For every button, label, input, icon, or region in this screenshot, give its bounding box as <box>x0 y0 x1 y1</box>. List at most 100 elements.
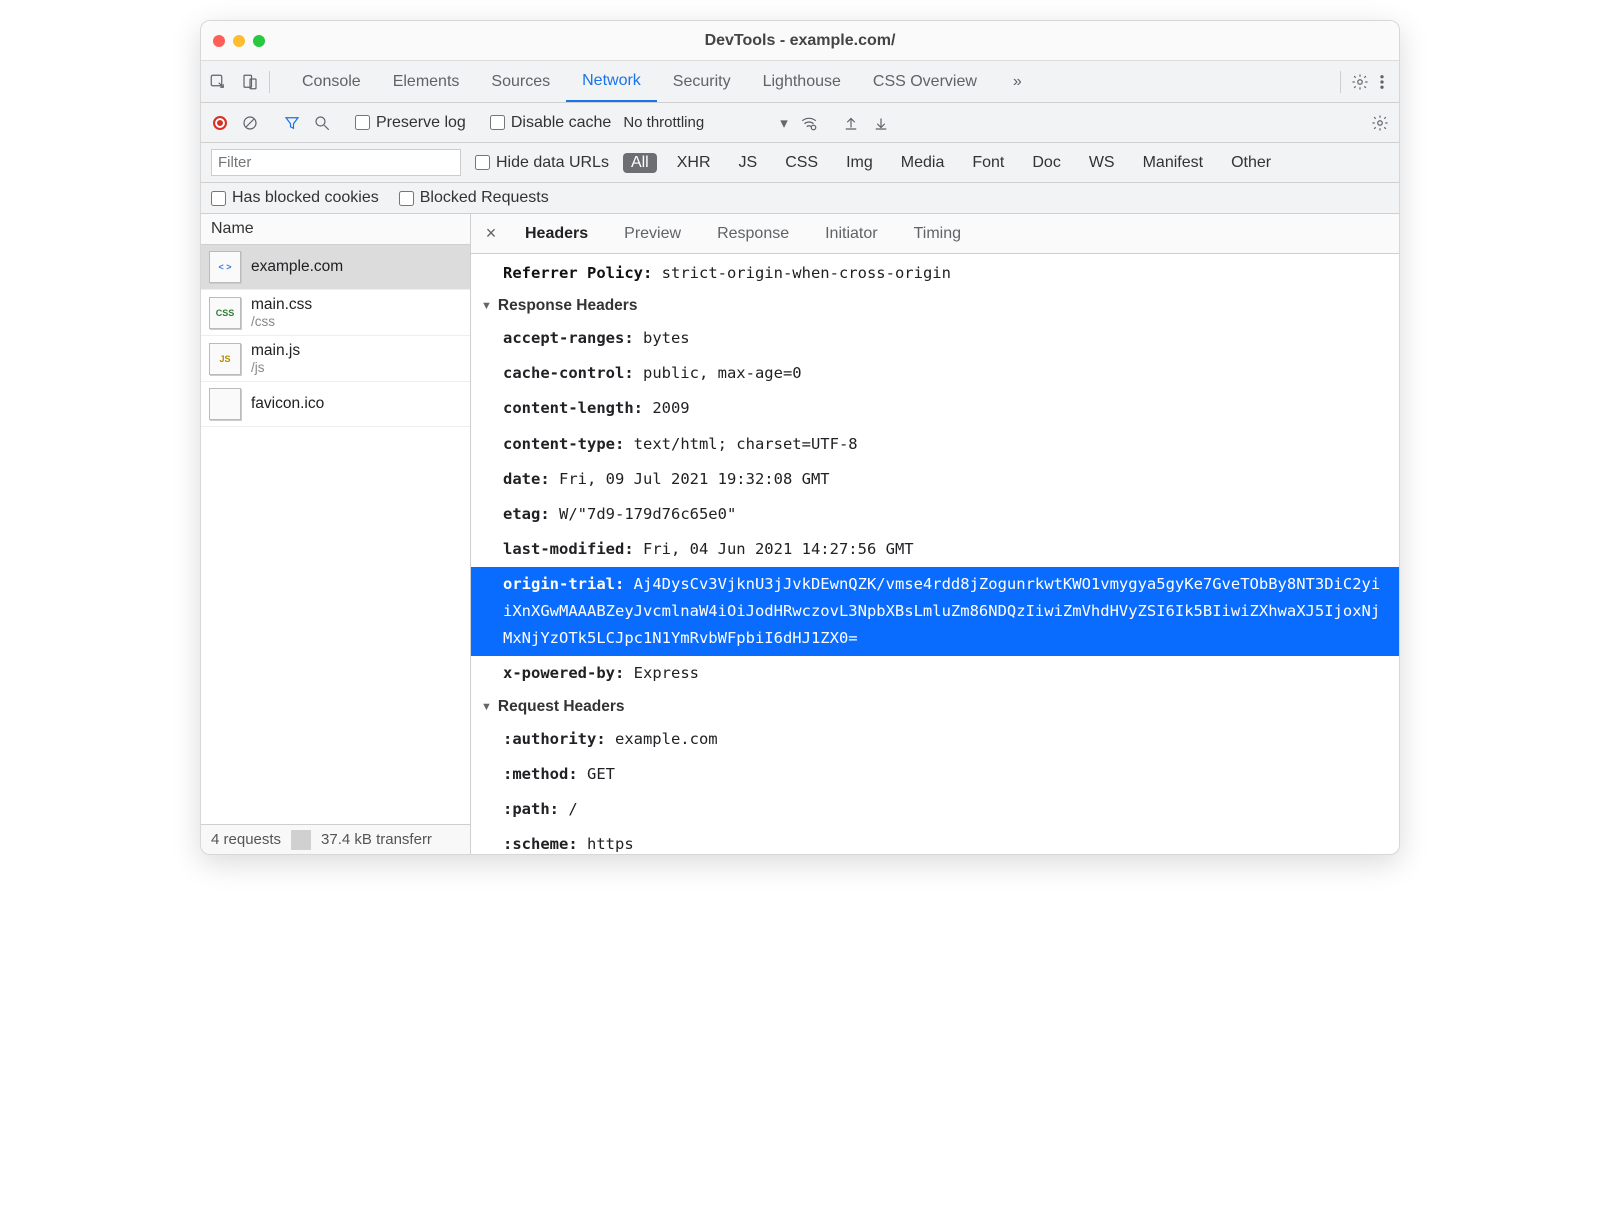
upload-har-icon[interactable] <box>842 114 860 132</box>
name-column-header[interactable]: Name <box>201 214 470 245</box>
throttling-select[interactable]: No throttling ▾ <box>623 114 787 132</box>
has-blocked-cookies-label: Has blocked cookies <box>232 189 379 207</box>
preserve-log-input[interactable] <box>355 115 370 130</box>
request-headers-title[interactable]: Request Headers <box>471 692 1399 722</box>
type-pill-all[interactable]: All <box>623 153 657 173</box>
download-har-icon[interactable] <box>872 114 890 132</box>
header-line[interactable]: content-length: 2009 <box>471 391 1399 426</box>
disable-cache-input[interactable] <box>490 115 505 130</box>
blocked-requests-label: Blocked Requests <box>420 189 549 207</box>
headers-body[interactable]: Referrer Policy: strict-origin-when-cros… <box>471 254 1399 854</box>
resource-type-pills: All XHR JS CSS Img Media Font Doc WS Manifest Othe… <box>623 153 1279 173</box>
filter-funnel-icon[interactable] <box>283 114 301 132</box>
tab-security[interactable]: Security <box>657 61 747 102</box>
type-pill-css[interactable]: CSS <box>777 153 826 173</box>
filter-row-2: Has blocked cookies Blocked Requests <box>201 183 1399 214</box>
header-value: example.com <box>615 730 718 748</box>
header-value: W/"7d9-179d76c65e0" <box>559 505 736 523</box>
has-blocked-cookies-checkbox[interactable]: Has blocked cookies <box>211 189 379 207</box>
header-line[interactable]: :method: GET <box>471 757 1399 792</box>
disable-cache-label: Disable cache <box>511 114 612 132</box>
record-button[interactable] <box>211 114 229 132</box>
header-line[interactable]: last-modified: Fri, 04 Jun 2021 14:27:56… <box>471 532 1399 567</box>
header-line[interactable]: origin-trial: Aj4DysCv3VjknU3jJvkDEwnQZK… <box>471 567 1399 656</box>
request-row[interactable]: < >example.com <box>201 245 470 290</box>
header-value: strict-origin-when-cross-origin <box>662 264 951 282</box>
type-pill-xhr[interactable]: XHR <box>669 153 719 173</box>
type-pill-other[interactable]: Other <box>1223 153 1279 173</box>
request-path: /css <box>251 314 312 329</box>
header-value: public, max-age=0 <box>643 364 802 382</box>
header-line[interactable]: x-powered-by: Express <box>471 656 1399 691</box>
subtab-preview[interactable]: Preview <box>618 214 687 253</box>
subtab-timing[interactable]: Timing <box>908 214 967 253</box>
type-pill-img[interactable]: Img <box>838 153 881 173</box>
type-pill-ws[interactable]: WS <box>1081 153 1123 173</box>
subtab-response[interactable]: Response <box>711 214 795 253</box>
hide-data-urls-checkbox[interactable]: Hide data URLs <box>475 154 609 172</box>
network-conditions-icon[interactable] <box>800 114 818 132</box>
device-toggle-icon[interactable] <box>241 73 259 91</box>
filter-input[interactable] <box>211 149 461 176</box>
request-list: < >example.comCSSmain.css/cssJSmain.js/j… <box>201 245 470 824</box>
file-css-icon: CSS <box>209 297 241 329</box>
request-name: favicon.ico <box>251 395 324 413</box>
response-headers-label: Response Headers <box>498 297 638 315</box>
network-toolbar: Preserve log Disable cache No throttling… <box>201 103 1399 143</box>
header-line[interactable]: cache-control: public, max-age=0 <box>471 356 1399 391</box>
header-line[interactable]: date: Fri, 09 Jul 2021 19:32:08 GMT <box>471 462 1399 497</box>
type-pill-media[interactable]: Media <box>893 153 953 173</box>
header-value: Aj4DysCv3VjknU3jJvkDEwnQZK/vmse4rdd8jZog… <box>503 575 1380 647</box>
header-key: :method: <box>503 765 587 783</box>
disable-cache-checkbox[interactable]: Disable cache <box>490 114 612 132</box>
subtab-headers[interactable]: Headers <box>519 214 594 253</box>
response-headers-title[interactable]: Response Headers <box>471 291 1399 321</box>
close-detail-button[interactable]: × <box>481 223 501 244</box>
kebab-menu-icon[interactable] <box>1373 73 1391 91</box>
hide-data-urls-input[interactable] <box>475 155 490 170</box>
type-pill-doc[interactable]: Doc <box>1024 153 1068 173</box>
settings-gear-icon[interactable] <box>1351 73 1369 91</box>
tab-network[interactable]: Network <box>566 61 657 102</box>
status-bar: 4 requests 37.4 kB transferr <box>201 824 470 854</box>
type-pill-font[interactable]: Font <box>964 153 1012 173</box>
tab-lighthouse[interactable]: Lighthouse <box>747 61 857 102</box>
more-tabs-button[interactable]: » <box>997 73 1038 91</box>
status-requests: 4 requests <box>201 825 291 854</box>
blocked-requests-checkbox[interactable]: Blocked Requests <box>399 189 549 207</box>
subtab-initiator[interactable]: Initiator <box>819 214 883 253</box>
header-line[interactable]: accept-ranges: bytes <box>471 321 1399 356</box>
header-key: date: <box>503 470 559 488</box>
header-line[interactable]: :path: / <box>471 792 1399 827</box>
request-row[interactable]: JSmain.js/js <box>201 336 470 382</box>
type-pill-manifest[interactable]: Manifest <box>1135 153 1211 173</box>
type-pill-js[interactable]: JS <box>731 153 766 173</box>
tab-elements[interactable]: Elements <box>377 61 476 102</box>
request-row[interactable]: CSSmain.css/css <box>201 290 470 336</box>
tab-sources[interactable]: Sources <box>475 61 566 102</box>
tab-css-overview[interactable]: CSS Overview <box>857 61 993 102</box>
chevron-down-icon: ▾ <box>780 114 788 132</box>
blocked-requests-input[interactable] <box>399 191 414 206</box>
header-value: GET <box>587 765 615 783</box>
network-settings-gear-icon[interactable] <box>1371 114 1389 132</box>
tab-console[interactable]: Console <box>286 61 377 102</box>
header-line[interactable]: :scheme: https <box>471 827 1399 854</box>
header-key: accept-ranges: <box>503 329 643 347</box>
hide-data-urls-label: Hide data URLs <box>496 154 609 172</box>
request-row[interactable]: favicon.ico <box>201 382 470 427</box>
header-key: x-powered-by: <box>503 664 634 682</box>
detail-subtabs: × Headers Preview Response Initiator Timing <box>471 214 1399 254</box>
header-line[interactable]: content-type: text/html; charset=UTF-8 <box>471 427 1399 462</box>
inspect-element-icon[interactable] <box>209 73 227 91</box>
clear-icon[interactable] <box>241 114 259 132</box>
header-key: content-type: <box>503 435 634 453</box>
header-line[interactable]: etag: W/"7d9-179d76c65e0" <box>471 497 1399 532</box>
header-line[interactable]: :authority: example.com <box>471 722 1399 757</box>
search-icon[interactable] <box>313 114 331 132</box>
request-list-pane: Name < >example.comCSSmain.css/cssJSmain… <box>201 214 471 854</box>
file-blank-icon <box>209 388 241 420</box>
has-blocked-cookies-input[interactable] <box>211 191 226 206</box>
preserve-log-checkbox[interactable]: Preserve log <box>355 114 466 132</box>
status-transfer: 37.4 kB transferr <box>311 825 442 854</box>
